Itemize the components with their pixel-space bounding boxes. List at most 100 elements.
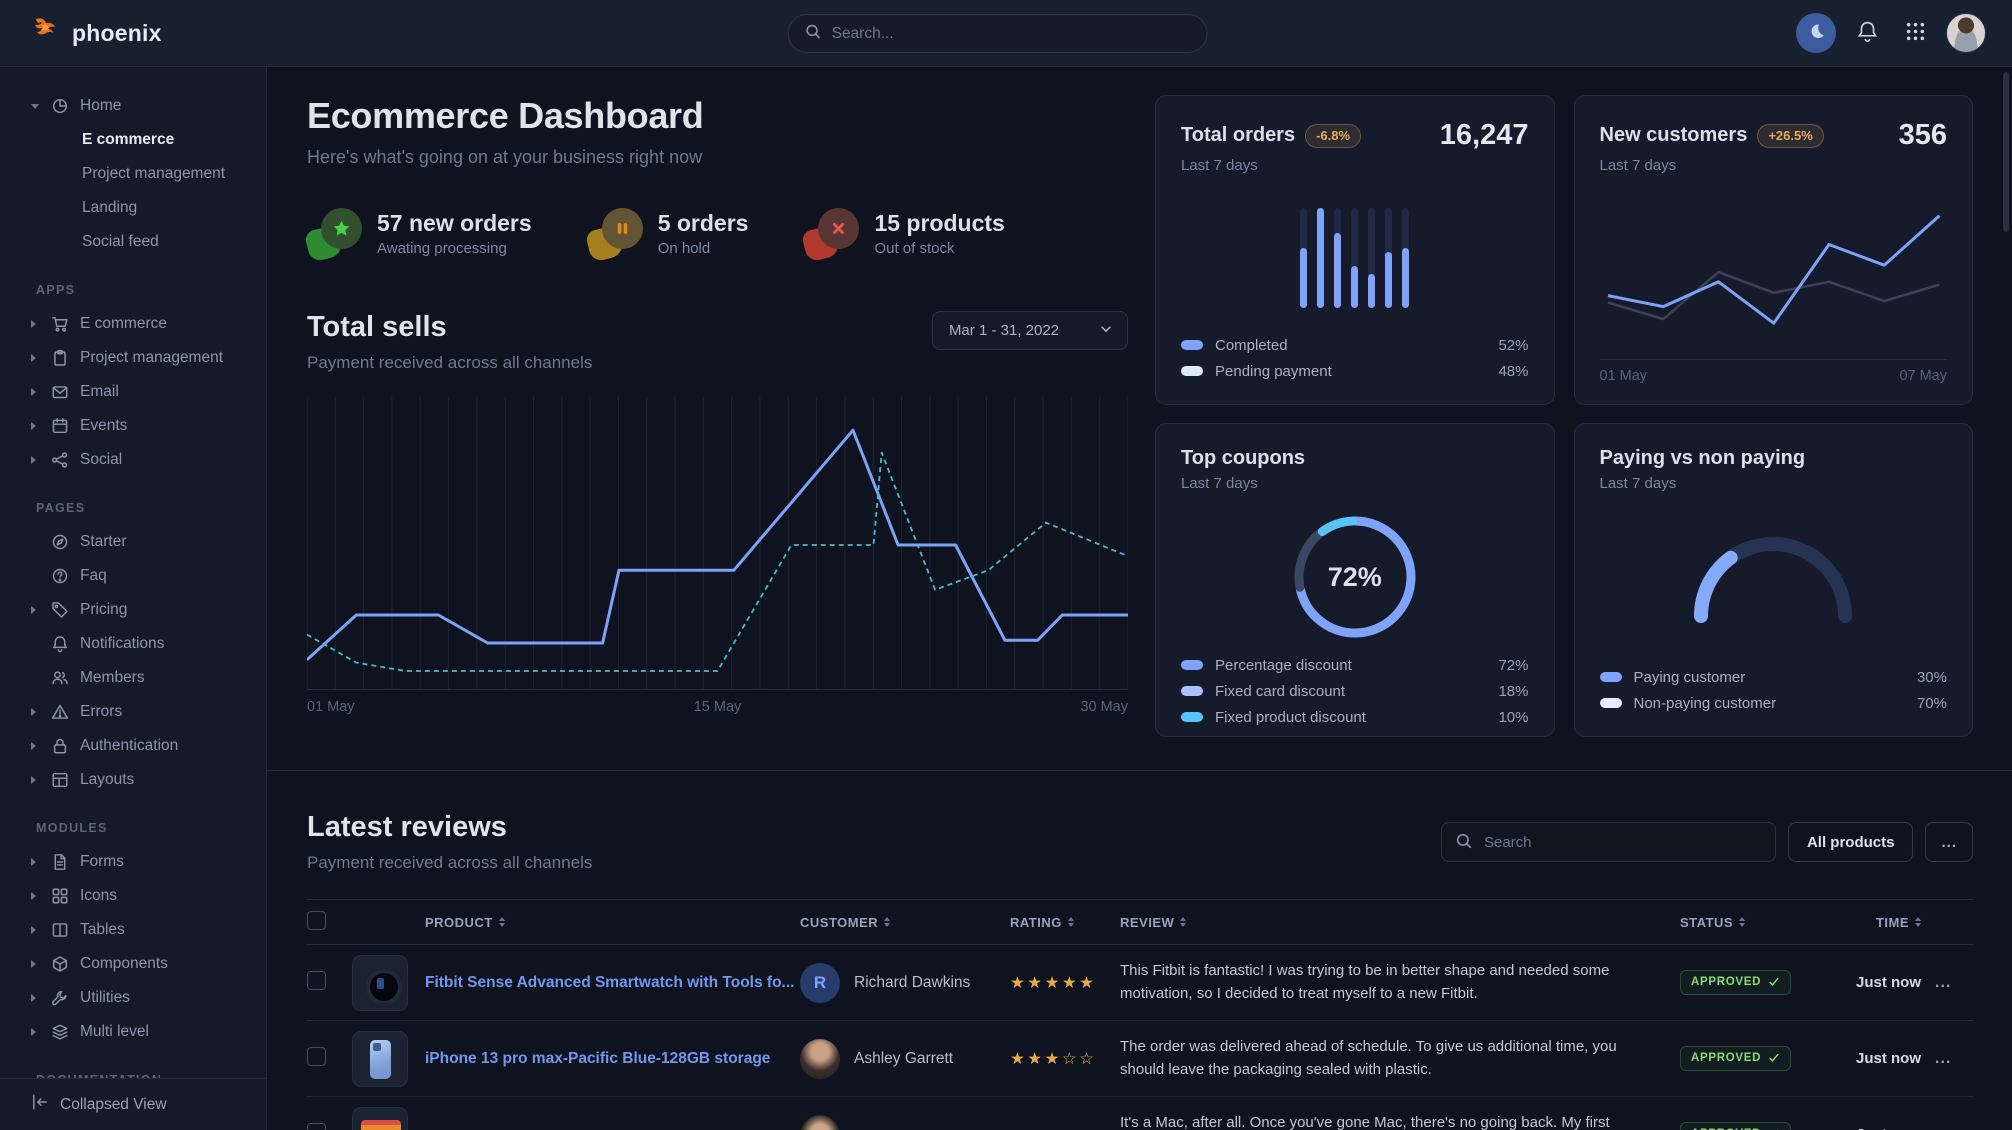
status-badge: APPROVED [1680,970,1791,995]
column-header-time[interactable]: TIME [1876,915,1909,930]
row-checkbox[interactable] [307,1123,326,1130]
product-thumbnail [352,1107,408,1130]
order-bar [1334,208,1341,308]
collapse-sidebar-button[interactable]: Collapsed View [0,1078,266,1130]
global-search[interactable] [788,14,1208,53]
new-customers-value: 356 [1899,119,1947,152]
customer-name: Ashley Garrett [854,1050,953,1068]
stat-value: 57 new orders [377,210,532,237]
select-all-checkbox[interactable] [307,911,326,930]
status-badge: APPROVED [1680,1122,1791,1130]
donut-center-value: 72% [1280,502,1430,652]
top-coupons-donut-chart: 72% [1280,502,1430,652]
user-avatar[interactable] [1946,13,1986,53]
apps-grid-button[interactable] [1898,16,1932,50]
sidebar-item-starter[interactable]: Starter [31,525,266,559]
sidebar-item-faq[interactable]: Faq [31,559,266,593]
sidebar-item-errors[interactable]: Errors [31,695,266,729]
date-range-select[interactable]: Mar 1 - 31, 2022 [932,311,1128,350]
review-text: It's a Mac, after all. Once you've gone … [1120,1112,1680,1130]
page-scrollbar[interactable] [2003,72,2009,232]
sidebar-section-pages: PAGES [31,501,266,515]
sidebar-item-icons[interactable]: Icons [31,879,266,913]
order-bar [1351,208,1358,308]
sidebar-item-multi-level[interactable]: Multi level [31,1015,266,1049]
x-axis-label: 15 May [694,699,742,715]
total-orders-bar-chart [1300,208,1409,308]
sort-icon [1068,917,1074,927]
sidebar-item-members[interactable]: Members [31,661,266,695]
sidebar-item-project-management[interactable]: Project management [31,341,266,375]
stat-caption: Out of stock [874,240,1004,257]
row-more-button[interactable]: ... [1935,1050,1957,1067]
customer-name: Richard Dawkins [854,974,970,992]
sidebar-item-project-management[interactable]: Project management [31,157,266,191]
reviews-search[interactable] [1441,822,1776,862]
layers-icon [51,1023,69,1041]
sidebar-item-landing[interactable]: Landing [31,191,266,225]
sidebar-item-authentication[interactable]: Authentication [31,729,266,763]
share-icon [51,451,69,469]
sidebar-item-events[interactable]: Events [31,409,266,443]
notifications-button[interactable] [1850,16,1884,50]
row-checkbox[interactable] [307,971,326,990]
users-icon [51,669,69,687]
caret-right-icon [31,1028,40,1036]
all-products-button[interactable]: All products [1788,822,1914,862]
latest-reviews-subtitle: Payment received across all channels [307,853,592,873]
rating-stars: ★★★★★ [1010,974,1096,992]
legend-row: Paying customer30% [1600,664,1948,690]
global-search-input[interactable] [832,25,1191,43]
tag-icon [51,601,69,619]
cart-icon [51,315,69,333]
order-bar [1385,208,1392,308]
sidebar-item-e-commerce[interactable]: E commerce [31,123,266,157]
latest-reviews-title: Latest reviews [307,811,592,844]
sidebar-item-pricing[interactable]: Pricing [31,593,266,627]
theme-toggle-button[interactable] [1796,13,1836,53]
sidebar-item-home[interactable]: Home [31,89,266,123]
sidebar-item-social[interactable]: Social [31,443,266,477]
caret-right-icon [31,776,40,784]
legend-row: Percentage discount72% [1181,652,1529,678]
product-link[interactable]: iPhone 13 pro max-Pacific Blue-128GB sto… [425,1050,770,1068]
bell-icon [1856,20,1879,46]
sidebar-section-apps: APPS [31,283,266,297]
total-orders-card: Total orders -6.8% 16,247 Last 7 days Co… [1155,95,1555,405]
card-period: Last 7 days [1600,475,1948,492]
change-badge: +26.5% [1757,124,1823,148]
sidebar-item-notifications[interactable]: Notifications [31,627,266,661]
check-icon [1768,976,1780,988]
column-header-rating[interactable]: RATING [1010,915,1062,930]
top-coupons-legend: Percentage discount72%Fixed card discoun… [1181,652,1529,730]
caret-right-icon [31,606,40,614]
reviews-more-button[interactable]: ... [1925,822,1973,862]
order-bar [1317,208,1324,308]
card-title: Paying vs non paying [1600,447,1806,470]
stats-row: 57 new ordersAwating processing5 ordersO… [307,208,1128,259]
sidebar-item-tables[interactable]: Tables [31,913,266,947]
row-more-button[interactable]: ... [1935,974,1957,991]
new-customers-line-chart [1600,192,1948,342]
legend-swatch [1181,712,1203,722]
caret-right-icon [31,742,40,750]
product-link[interactable]: Fitbit Sense Advanced Smartwatch with To… [425,974,794,992]
sidebar-item-email[interactable]: Email [31,375,266,409]
column-header-review[interactable]: REVIEW [1120,915,1174,930]
legend-row: Completed52% [1181,332,1529,358]
sidebar-item-utilities[interactable]: Utilities [31,981,266,1015]
table-row: It's a Mac, after all. Once you've gone … [307,1097,1973,1130]
stat-caption: Awating processing [377,240,532,257]
row-more-button[interactable]: ... [1935,1126,1957,1130]
column-header-customer[interactable]: CUSTOMER [800,915,878,930]
sidebar-item-layouts[interactable]: Layouts [31,763,266,797]
column-header-status[interactable]: STATUS [1680,915,1733,930]
sidebar-item-components[interactable]: Components [31,947,266,981]
reviews-search-input[interactable] [1441,822,1776,862]
column-header-product[interactable]: PRODUCT [425,915,493,930]
sidebar-item-social-feed[interactable]: Social feed [31,225,266,259]
row-checkbox[interactable] [307,1047,326,1066]
sidebar-item-e-commerce[interactable]: E commerce [31,307,266,341]
brand-logo[interactable]: phoenix [30,15,162,52]
sidebar-item-forms[interactable]: Forms [31,845,266,879]
